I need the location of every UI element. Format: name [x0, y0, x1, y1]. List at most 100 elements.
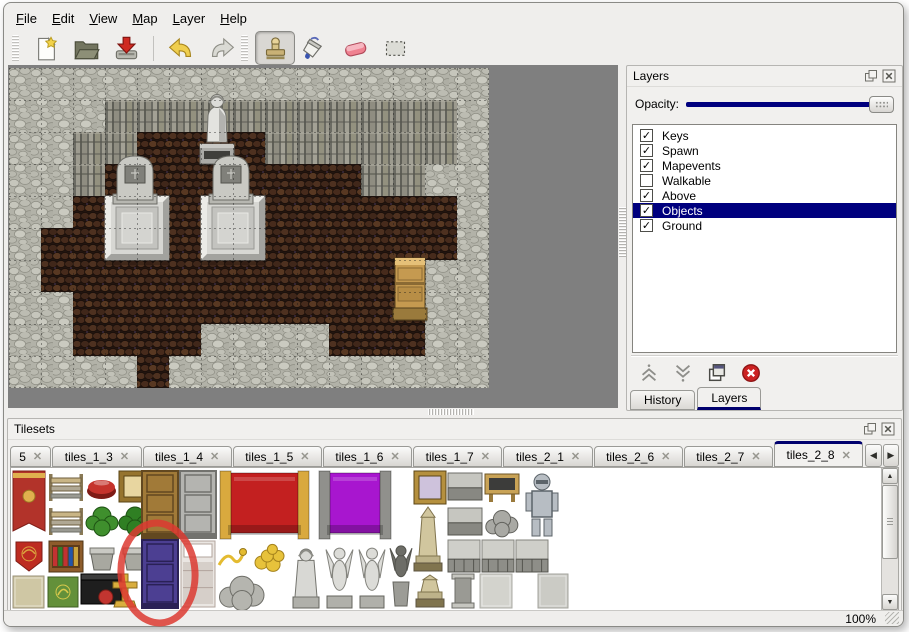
tileset-tab-tiles_2_1[interactable]: tiles_2_1✕: [503, 446, 592, 467]
tab-close-icon[interactable]: ✕: [751, 450, 760, 463]
tab-close-icon[interactable]: ✕: [661, 450, 670, 463]
tileset-scrollbar[interactable]: ▲ ▼: [881, 468, 898, 610]
menu-file[interactable]: File: [16, 11, 37, 26]
tileset-canvas[interactable]: [11, 468, 871, 611]
raise-layer-button[interactable]: [635, 360, 662, 386]
close-dock-button[interactable]: [881, 422, 895, 436]
tab-close-icon[interactable]: ✕: [481, 450, 490, 463]
tile-loom[interactable]: [49, 474, 83, 501]
layer-row-keys[interactable]: ✓Keys: [633, 128, 896, 143]
tile-stone-door[interactable]: [180, 471, 216, 538]
map-canvas[interactable]: [9, 68, 489, 388]
layer-visibility-checkbox[interactable]: [640, 174, 653, 187]
lower-layer-button[interactable]: [669, 360, 696, 386]
tile-purple-throne[interactable]: [319, 471, 391, 539]
delete-layer-button[interactable]: [737, 360, 764, 386]
scroll-up-icon[interactable]: ▲: [882, 468, 898, 484]
duplicate-layer-button[interactable]: [703, 360, 730, 386]
tile-red-stool[interactable]: [87, 480, 116, 499]
tile-red-throne[interactable]: [220, 471, 309, 539]
tileset-tab-tiles_2_6[interactable]: tiles_2_6✕: [594, 446, 683, 467]
tile-loom-2[interactable]: [49, 508, 83, 535]
map-viewport[interactable]: [8, 65, 618, 408]
tileset-content[interactable]: ▲ ▼: [10, 467, 899, 611]
tab-close-icon[interactable]: ✕: [842, 449, 851, 462]
layer-row-walkable[interactable]: Walkable: [633, 173, 896, 188]
opacity-slider[interactable]: [686, 96, 894, 113]
horizontal-splitter-grip[interactable]: [428, 409, 474, 415]
layer-row-objects[interactable]: ✓Objects: [633, 203, 896, 218]
tile-stone-pillar[interactable]: [452, 574, 474, 608]
redo-button[interactable]: [201, 31, 241, 65]
menu-layer[interactable]: Layer: [173, 11, 206, 26]
tab-close-icon[interactable]: ✕: [120, 450, 129, 463]
layer-visibility-checkbox[interactable]: ✓: [640, 204, 653, 217]
tile-stone-slab[interactable]: [448, 473, 482, 500]
vertical-splitter-grip[interactable]: [619, 207, 626, 257]
dock-tab-history[interactable]: History: [630, 390, 695, 410]
tab-close-icon[interactable]: ✕: [571, 450, 580, 463]
tile-black-shelf[interactable]: [81, 574, 121, 604]
tile-stone-ledge-1[interactable]: [448, 540, 480, 572]
menu-edit[interactable]: Edit: [52, 11, 74, 26]
tile-stone-ledge-2[interactable]: [482, 540, 514, 572]
tile-framed-portrait[interactable]: [414, 471, 446, 504]
float-dock-button[interactable]: [863, 422, 877, 436]
tile-purple-door[interactable]: [142, 540, 178, 608]
layer-visibility-checkbox[interactable]: ✓: [640, 144, 653, 157]
undo-button[interactable]: [161, 31, 201, 65]
fill-tool-button[interactable]: [295, 31, 335, 65]
select-tool-button[interactable]: [375, 31, 415, 65]
layer-row-ground[interactable]: ✓Ground: [633, 218, 896, 233]
tileset-tab-tiles_1_4[interactable]: tiles_1_4✕: [143, 446, 232, 467]
tile-floor-tile-light[interactable]: [480, 574, 512, 608]
eraser-tool-button[interactable]: [335, 31, 375, 65]
opacity-slider-track[interactable]: [686, 102, 893, 107]
scroll-down-icon[interactable]: ▼: [882, 594, 898, 610]
tile-white-bed[interactable]: [181, 541, 215, 607]
tile-stone-slab-2[interactable]: [448, 508, 482, 535]
tile-green-flag[interactable]: [48, 577, 78, 607]
tileset-tab-5[interactable]: 5✕: [10, 446, 51, 467]
tile-red-banner[interactable]: [13, 471, 45, 531]
new-file-button[interactable]: [26, 31, 66, 65]
toolbar-grip[interactable]: [241, 35, 248, 62]
layer-visibility-checkbox[interactable]: ✓: [640, 219, 653, 232]
layer-visibility-checkbox[interactable]: ✓: [640, 129, 653, 142]
tileset-tab-tiles_1_3[interactable]: tiles_1_3✕: [52, 446, 141, 467]
layer-row-spawn[interactable]: ✓Spawn: [633, 143, 896, 158]
tileset-tab-tiles_1_6[interactable]: tiles_1_6✕: [323, 446, 412, 467]
float-dock-button[interactable]: [864, 69, 878, 83]
toolbar-grip[interactable]: [12, 35, 19, 62]
menu-view[interactable]: View: [89, 11, 117, 26]
stamp-tool-button[interactable]: [255, 31, 295, 65]
tile-wooden-door[interactable]: [142, 471, 178, 538]
opacity-slider-handle[interactable]: [869, 96, 894, 113]
scroll-tabs-right-button[interactable]: ▶: [883, 444, 899, 467]
layer-list[interactable]: ✓Keys✓Spawn✓MapeventsWalkable✓Above✓Obje…: [632, 124, 897, 353]
layer-visibility-checkbox[interactable]: ✓: [640, 159, 653, 172]
menu-help[interactable]: Help: [220, 11, 247, 26]
tile-tan-floor-tile[interactable]: [13, 576, 44, 608]
layer-row-mapevents[interactable]: ✓Mapevents: [633, 158, 896, 173]
menu-map[interactable]: Map: [132, 11, 157, 26]
scrollbar-thumb[interactable]: [882, 485, 898, 559]
open-file-button[interactable]: [66, 31, 106, 65]
dock-tab-layers[interactable]: Layers: [697, 387, 761, 410]
scroll-tabs-left-button[interactable]: ◀: [865, 444, 881, 467]
layer-row-above[interactable]: ✓Above: [633, 188, 896, 203]
close-dock-button[interactable]: [882, 69, 896, 83]
resize-grip[interactable]: [885, 612, 899, 624]
tab-close-icon[interactable]: ✕: [390, 450, 399, 463]
tile-stone-ledge-3[interactable]: [516, 540, 548, 572]
tileset-tab-tiles_1_5[interactable]: tiles_1_5✕: [233, 446, 322, 467]
tab-close-icon[interactable]: ✕: [210, 450, 219, 463]
save-file-button[interactable]: [106, 31, 146, 65]
tab-close-icon[interactable]: ✕: [300, 450, 309, 463]
tile-bookshelf[interactable]: [49, 541, 83, 572]
tab-close-icon[interactable]: ✕: [33, 450, 42, 463]
layer-visibility-checkbox[interactable]: ✓: [640, 189, 653, 202]
tileset-tab-tiles_2_7[interactable]: tiles_2_7✕: [684, 446, 773, 467]
tileset-tab-tiles_1_7[interactable]: tiles_1_7✕: [413, 446, 502, 467]
tileset-tab-tiles_2_8[interactable]: tiles_2_8✕: [774, 441, 863, 467]
